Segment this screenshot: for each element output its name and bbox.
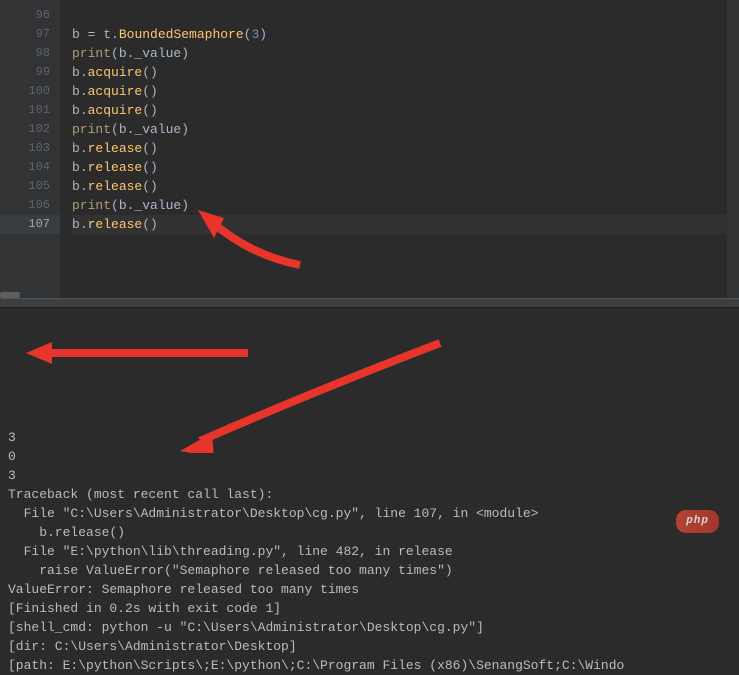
code-token: () [142, 217, 158, 232]
panel-divider[interactable] [0, 298, 739, 308]
code-token: t [103, 27, 111, 42]
line-number: 97 [0, 25, 60, 44]
line-number: 96 [0, 6, 60, 25]
code-token: ) [259, 27, 267, 42]
code-token: b [72, 179, 80, 194]
output-line: [shell_cmd: python -u "C:\Users\Administ… [8, 618, 731, 637]
code-token: b [72, 84, 80, 99]
line-number: 103 [0, 139, 60, 158]
code-line[interactable]: b = t.BoundedSemaphore(3) [72, 25, 739, 44]
editor-scrollbar[interactable] [727, 0, 739, 298]
line-number: 98 [0, 44, 60, 63]
line-number: 104 [0, 158, 60, 177]
code-area[interactable]: b = t.BoundedSemaphore(3)print(b._value)… [60, 0, 739, 298]
output-line: [dir: C:\Users\Administrator\Desktop] [8, 637, 731, 656]
code-token: b [72, 160, 80, 175]
code-token: () [142, 65, 158, 80]
code-token: () [142, 179, 158, 194]
code-token: () [142, 160, 158, 175]
code-token: release [88, 141, 143, 156]
minimap-indicator[interactable] [0, 292, 20, 298]
code-line[interactable]: b.acquire() [72, 101, 739, 120]
output-line: 0 [8, 447, 731, 466]
code-token: release [88, 160, 143, 175]
output-line: File "C:\Users\Administrator\Desktop\cg.… [8, 504, 731, 523]
line-number: 100 [0, 82, 60, 101]
php-watermark-badge: php [676, 510, 719, 533]
code-line[interactable]: b.acquire() [72, 82, 739, 101]
code-token: . [80, 141, 88, 156]
line-number: 102 [0, 120, 60, 139]
output-line: [path: E:\python\Scripts\;E:\python\;C:\… [8, 656, 731, 675]
code-token: . [80, 65, 88, 80]
line-number: 101 [0, 101, 60, 120]
output-line: 3 [8, 466, 731, 485]
code-token: b [72, 27, 88, 42]
code-token: (b._value) [111, 122, 189, 137]
code-editor-panel[interactable]: 96979899100101102103104105106107 b = t.B… [0, 0, 739, 298]
line-number: 106 [0, 196, 60, 215]
code-token: print [72, 198, 111, 213]
output-panel[interactable]: 303Traceback (most recent call last): Fi… [0, 308, 739, 561]
code-token: . [80, 103, 88, 118]
output-line: raise ValueError("Semaphore released too… [8, 561, 731, 580]
line-number-gutter: 96979899100101102103104105106107 [0, 0, 60, 298]
code-token: b [72, 65, 80, 80]
code-token: b [72, 103, 80, 118]
code-token: acquire [88, 84, 143, 99]
code-line[interactable]: b.release() [72, 177, 739, 196]
line-number: 105 [0, 177, 60, 196]
output-line: File "E:\python\lib\threading.py", line … [8, 542, 731, 561]
code-token: b [72, 217, 80, 232]
code-token: BoundedSemaphore [119, 27, 244, 42]
code-line[interactable]: b.release() [72, 158, 739, 177]
code-token: () [142, 141, 158, 156]
code-line[interactable]: b.release() [72, 215, 739, 234]
output-line: b.release() [8, 523, 731, 542]
code-line[interactable]: print(b._value) [72, 120, 739, 139]
code-token: acquire [88, 103, 143, 118]
code-token: b [72, 141, 80, 156]
code-token: (b._value) [111, 46, 189, 61]
code-token: acquire [88, 65, 143, 80]
code-token: release [88, 179, 143, 194]
output-line: [Finished in 0.2s with exit code 1] [8, 599, 731, 618]
code-token: . [80, 84, 88, 99]
code-line[interactable]: b.acquire() [72, 63, 739, 82]
code-token: () [142, 84, 158, 99]
line-number: 99 [0, 63, 60, 82]
code-line[interactable]: print(b._value) [72, 44, 739, 63]
code-token: . [80, 217, 88, 232]
code-token: . [80, 160, 88, 175]
annotation-arrow-2 [18, 338, 258, 368]
code-token: . [111, 27, 119, 42]
code-token: () [142, 103, 158, 118]
code-token: print [72, 122, 111, 137]
output-line: Traceback (most recent call last): [8, 485, 731, 504]
line-number: 107 [0, 215, 60, 234]
code-token: = [88, 27, 104, 42]
code-token: (b._value) [111, 198, 189, 213]
code-line[interactable]: b.release() [72, 139, 739, 158]
output-line: ValueError: Semaphore released too many … [8, 580, 731, 599]
code-token: print [72, 46, 111, 61]
code-token: release [88, 217, 143, 232]
code-line[interactable]: print(b._value) [72, 196, 739, 215]
code-line[interactable] [72, 6, 739, 25]
code-token: . [80, 179, 88, 194]
output-line: 3 [8, 428, 731, 447]
